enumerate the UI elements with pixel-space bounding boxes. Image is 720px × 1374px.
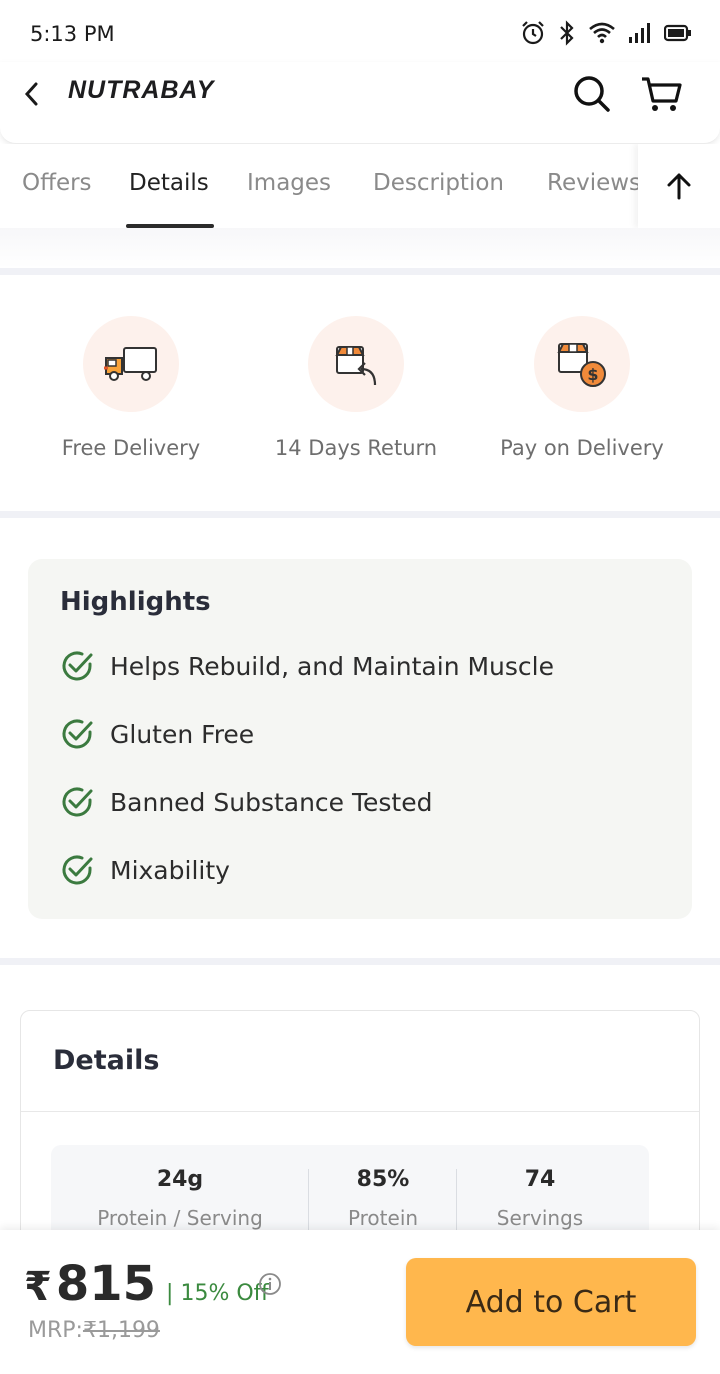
highlights-title: Highlights xyxy=(60,587,211,617)
tab-details[interactable]: Details xyxy=(129,170,209,196)
feature-free-delivery: Free Delivery xyxy=(31,316,231,460)
mrp-value: ₹1,199 xyxy=(82,1318,160,1343)
brand-logo[interactable]: NUTRABAY xyxy=(68,76,214,105)
highlight-text: Banned Substance Tested xyxy=(110,787,433,817)
tab-images[interactable]: Images xyxy=(247,170,331,196)
app-header: NUTRABAY xyxy=(0,62,720,144)
stat-protein-per-serving: 24g Protein / Serving xyxy=(51,1167,309,1230)
tabs-shadow xyxy=(0,228,720,268)
highlight-text: Helps Rebuild, and Maintain Muscle xyxy=(110,651,554,681)
cart-button[interactable] xyxy=(640,74,684,114)
info-icon[interactable] xyxy=(258,1272,282,1296)
svg-text:$: $ xyxy=(587,365,598,384)
back-button[interactable] xyxy=(22,78,48,110)
tab-description[interactable]: Description xyxy=(373,170,504,196)
highlight-item: Gluten Free xyxy=(60,717,254,751)
arrow-up-icon xyxy=(667,173,691,200)
stat-value: 85% xyxy=(356,1167,410,1192)
mrp-row: MRP:₹1,199 xyxy=(28,1318,160,1343)
check-circle-icon xyxy=(62,855,93,885)
feature-label: Free Delivery xyxy=(61,436,201,460)
signal-icon xyxy=(629,23,650,43)
feature-icon-circle: $ xyxy=(534,316,630,412)
status-time: 5:13 PM xyxy=(30,22,115,46)
bottom-price-bar: ₹ 815 | 15% Off MRP:₹1,199 Add to Cart xyxy=(0,1230,720,1374)
highlights-panel: Highlights Helps Rebuild, and Maintain M… xyxy=(28,559,692,919)
status-bar: 5:13 PM xyxy=(0,0,720,62)
highlight-item: Banned Substance Tested xyxy=(60,785,433,819)
status-icons xyxy=(520,20,692,46)
stat-label: Servings xyxy=(496,1206,584,1230)
highlight-item: Helps Rebuild, and Maintain Muscle xyxy=(60,649,554,683)
alarm-icon xyxy=(522,21,544,45)
box-return-icon xyxy=(335,346,377,386)
section-divider xyxy=(0,511,720,518)
tab-reviews[interactable]: Reviews xyxy=(547,170,641,196)
highlight-item: Mixability xyxy=(60,853,230,887)
discount-label: | 15% Off xyxy=(166,1281,269,1306)
stat-label: Protein xyxy=(347,1206,419,1230)
search-icon xyxy=(574,76,610,112)
stat-servings: 74 Servings xyxy=(457,1167,623,1230)
price-value: 815 xyxy=(55,1256,157,1312)
stat-label: Protein / Serving xyxy=(97,1206,263,1230)
check-circle-icon xyxy=(62,651,93,681)
back-arrow-icon xyxy=(24,82,38,106)
section-tabs: Offers Details Images Description Review… xyxy=(0,144,720,228)
mrp-label: MRP: xyxy=(28,1318,83,1343)
section-divider xyxy=(0,958,720,965)
check-circle-icon xyxy=(62,719,93,749)
cart-icon xyxy=(642,77,682,111)
box-cash-icon: $ xyxy=(557,343,606,387)
stat-value: 74 xyxy=(524,1167,556,1192)
scroll-to-top-button[interactable] xyxy=(638,144,720,228)
truck-icon xyxy=(104,347,157,381)
price-row: ₹ 815 | 15% Off xyxy=(24,1256,269,1312)
feature-label: Pay on Delivery xyxy=(500,436,664,460)
feature-label: 14 Days Return xyxy=(274,436,438,460)
feature-icon-circle xyxy=(308,316,404,412)
highlight-text: Mixability xyxy=(110,855,230,885)
feature-pay-on-delivery: $ Pay on Delivery xyxy=(482,316,682,460)
bluetooth-icon xyxy=(560,20,574,46)
details-title: Details xyxy=(53,1045,160,1076)
add-to-cart-button[interactable]: Add to Cart xyxy=(406,1258,696,1346)
wifi-icon xyxy=(589,22,615,44)
check-circle-icon xyxy=(62,787,93,817)
stat-value: 24g xyxy=(156,1167,204,1192)
stat-protein: 85% Protein xyxy=(309,1167,457,1230)
feature-icon-circle xyxy=(83,316,179,412)
currency-symbol: ₹ xyxy=(24,1264,52,1310)
feature-return: 14 Days Return xyxy=(256,316,456,460)
highlight-text: Gluten Free xyxy=(110,719,255,749)
tab-offers[interactable]: Offers xyxy=(22,170,92,196)
battery-icon xyxy=(664,24,691,42)
section-divider xyxy=(0,268,720,275)
search-button[interactable] xyxy=(572,74,612,114)
details-separator xyxy=(21,1111,699,1112)
